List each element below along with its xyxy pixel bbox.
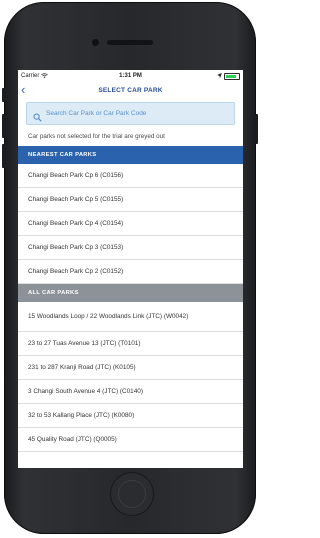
search-icon xyxy=(33,109,42,122)
power-button xyxy=(255,114,258,144)
list-item[interactable]: 231 to 287 Kranji Road (JTC) (K0105) xyxy=(18,356,243,380)
nearest-section-header: NEAREST CAR PARKS xyxy=(18,146,243,164)
mute-switch xyxy=(2,88,5,102)
search-container xyxy=(18,98,243,128)
status-time: 1:31 PM xyxy=(119,73,142,79)
home-button[interactable] xyxy=(110,472,154,516)
all-section-header: ALL CAR PARKS xyxy=(18,284,243,302)
back-button[interactable]: ‹ xyxy=(21,83,25,97)
list-item[interactable]: Changi Beach Park Cp 2 (C0152) xyxy=(18,260,243,284)
list-item[interactable]: 23 to 27 Tuas Avenue 13 (JTC) (T0101) xyxy=(18,332,243,356)
volume-up-button xyxy=(2,114,5,138)
search-input[interactable] xyxy=(46,110,216,117)
earpiece-speaker xyxy=(107,40,153,45)
volume-down-button xyxy=(2,144,5,168)
list-item[interactable]: Changi Beach Park Cp 6 (C0156) xyxy=(18,164,243,188)
front-camera xyxy=(92,39,99,46)
page-title: SELECT CAR PARK xyxy=(98,86,163,94)
app-screen: Carrier 1:31 PM ‹ SELECT CAR PARK Search… xyxy=(18,70,243,468)
nearest-car-park-list: Changi Beach Park Cp 6 (C0156) Changi Be… xyxy=(18,164,243,284)
list-item[interactable]: 3 Changi South Avenue 4 (JTC) (C0140) xyxy=(18,380,243,404)
all-car-park-list: 15 Woodlands Loop / 22 Woodlands Link (J… xyxy=(18,302,243,452)
list-item[interactable]: Changi Beach Park Cp 4 (C0154) xyxy=(18,212,243,236)
phone-frame: Carrier 1:31 PM ‹ SELECT CAR PARK Search… xyxy=(2,2,258,534)
status-bar: Carrier 1:31 PM xyxy=(18,70,243,82)
list-item[interactable]: 32 to 53 Kallang Place (JTC) (K0080) xyxy=(18,404,243,428)
status-right xyxy=(217,73,240,80)
battery-icon xyxy=(224,73,240,80)
list-item[interactable]: 15 Woodlands Loop / 22 Woodlands Link (J… xyxy=(18,302,243,332)
list-item[interactable]: Changi Beach Park Cp 3 (C0153) xyxy=(18,236,243,260)
home-button-ring xyxy=(118,480,146,508)
search-box[interactable] xyxy=(26,102,235,125)
list-item[interactable]: Changi Beach Park Cp 5 (C0155) xyxy=(18,188,243,212)
list-item[interactable]: 45 Quality Road (JTC) (Q0005) xyxy=(18,428,243,452)
trial-note: Car parks not selected for the trial are… xyxy=(28,133,165,140)
navigation-bar: ‹ SELECT CAR PARK xyxy=(18,82,243,98)
location-arrow-icon xyxy=(217,73,222,80)
